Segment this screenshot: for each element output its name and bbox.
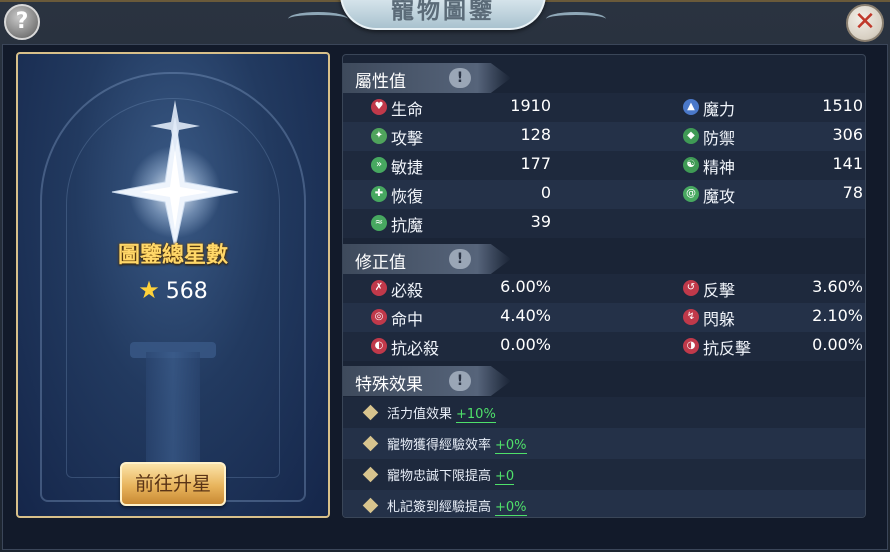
stat-label: 命中 (391, 310, 424, 329)
shield-icon: ◆ (683, 128, 699, 144)
attributes-header: 屬性值 ! (343, 63, 865, 93)
effect-row: 寵物忠誠下限提高 +0 (343, 459, 865, 490)
modifier-row: ✗ 必殺 6.00% ↺ 反擊 3.60% (343, 274, 865, 303)
attribute-row: ✦ 攻擊 128 ◆ 防禦 306 (343, 122, 865, 151)
star-emblem-icon (111, 100, 239, 249)
stat-label: 抗必殺 (391, 339, 440, 358)
close-button[interactable]: ✕ (846, 4, 884, 42)
potion-icon: ▲ (683, 99, 699, 115)
effect-bonus: +0% (495, 438, 527, 454)
stat-label: 防禦 (703, 129, 736, 148)
diamond-bullet-icon (362, 466, 379, 483)
swirl-icon: @ (683, 186, 699, 202)
counter-icon: ↺ (683, 280, 699, 296)
effect-row: 寵物獲得經驗效率 +0% (343, 428, 865, 459)
stat-value: 141 (832, 154, 863, 173)
dodge-icon: ↯ (683, 309, 699, 325)
spirit-icon: ☯ (683, 157, 699, 173)
attributes-title: 屬性值 (355, 72, 406, 92)
effect-bonus: +0% (495, 500, 527, 516)
window-title: 寵物圖鑒 (391, 0, 495, 24)
question-icon: ? (15, 9, 29, 34)
run-icon: » (371, 157, 387, 173)
stat-label: 攻擊 (391, 129, 424, 148)
attributes-info-icon[interactable]: ! (449, 68, 471, 88)
attribute-row: » 敏捷 177 ☯ 精神 141 (343, 151, 865, 180)
stat-label: 生命 (391, 100, 424, 119)
modifier-row: ◐ 抗必殺 0.00% ◑ 抗反擊 0.00% (343, 332, 865, 361)
effect-label: 寵物忠誠下限提高 (387, 469, 492, 484)
diamond-bullet-icon (362, 435, 379, 452)
modifiers-info-icon[interactable]: ! (449, 249, 471, 269)
pillar-decoration (146, 352, 200, 472)
recover-icon: ✚ (371, 186, 387, 202)
stat-value: 4.40% (500, 306, 551, 325)
special-effects-title: 特殊效果 (355, 375, 423, 395)
stat-label: 反擊 (703, 281, 736, 300)
stat-value: 3.60% (812, 277, 863, 296)
star-icon: ★ (138, 276, 160, 304)
window-frame: 寵物圖鑒 ? ✕ 圖鑒總星數 ★ 568 前往升星 屬性值 ! ♥ 生命 191… (0, 0, 890, 552)
stat-value: 0.00% (812, 335, 863, 354)
total-stars-label: 圖鑒總星數 (117, 243, 228, 268)
stat-label: 必殺 (391, 281, 424, 300)
diamond-bullet-icon (362, 497, 379, 514)
effect-bonus: +10% (456, 407, 496, 423)
diamond-bullet-icon (362, 404, 379, 421)
resist-icon: ≈ (371, 215, 387, 231)
modifiers-header: 修正值 ! (343, 244, 865, 274)
stat-label: 精神 (703, 158, 736, 177)
effect-label: 活力值效果 (387, 407, 453, 422)
effect-label: 寵物獲得經驗效率 (387, 438, 492, 453)
title-ornament-left (288, 12, 348, 26)
stat-label: 抗魔 (391, 216, 424, 235)
hit-icon: ◎ (371, 309, 387, 325)
effect-label: 札記簽到經驗提高 (387, 500, 492, 515)
anti-crit-icon: ◐ (371, 338, 387, 354)
stat-label: 恢復 (391, 187, 424, 206)
close-icon: ✕ (854, 7, 876, 37)
special-effects-info-icon[interactable]: ! (449, 371, 471, 391)
stat-value: 177 (520, 154, 551, 173)
stat-value: 2.10% (812, 306, 863, 325)
title-ornament-right (546, 12, 606, 26)
effect-row: 札記簽到經驗提高 +0% (343, 490, 865, 517)
attribute-row: ♥ 生命 1910 ▲ 魔力 1510 (343, 93, 865, 122)
stat-label: 敏捷 (391, 158, 424, 177)
stat-value: 0.00% (500, 335, 551, 354)
crit-icon: ✗ (371, 280, 387, 296)
special-effects-header: 特殊效果 ! (343, 366, 865, 396)
effect-row: 活力值效果 +10% (343, 397, 865, 428)
stat-value: 1510 (822, 96, 863, 115)
album-card: 圖鑒總星數 ★ 568 前往升星 (16, 52, 330, 518)
stat-value: 6.00% (500, 277, 551, 296)
go-upgrade-stars-button[interactable]: 前往升星 (120, 462, 226, 506)
effect-bonus: +0 (495, 469, 515, 485)
stat-value: 78 (842, 183, 863, 202)
heart-icon: ♥ (371, 99, 387, 115)
title-banner: 寵物圖鑒 (340, 0, 546, 30)
stat-value: 128 (520, 125, 551, 144)
attribute-row: ✚ 恢復 0 @ 魔攻 78 (343, 180, 865, 209)
claw-icon: ✦ (371, 128, 387, 144)
stat-value: 306 (832, 125, 863, 144)
total-stars-row: ★ 568 (18, 276, 328, 304)
stat-value: 39 (530, 212, 551, 231)
stats-panel: 屬性值 ! ♥ 生命 1910 ▲ 魔力 1510 ✦ 攻擊 128 ◆ 防禦 … (342, 54, 866, 518)
total-stars-value: 568 (165, 279, 208, 304)
modifiers-title: 修正值 (355, 253, 406, 273)
stat-label: 魔力 (703, 100, 736, 119)
modifier-row: ◎ 命中 4.40% ↯ 閃躲 2.10% (343, 303, 865, 332)
stat-label: 閃躲 (703, 310, 736, 329)
stat-label: 抗反擊 (703, 339, 752, 358)
attribute-row: ≈ 抗魔 39 (343, 209, 865, 238)
stat-label: 魔攻 (703, 187, 736, 206)
help-button[interactable]: ? (4, 4, 40, 40)
stat-value: 1910 (510, 96, 551, 115)
stat-value: 0 (540, 183, 551, 202)
anti-counter-icon: ◑ (683, 338, 699, 354)
